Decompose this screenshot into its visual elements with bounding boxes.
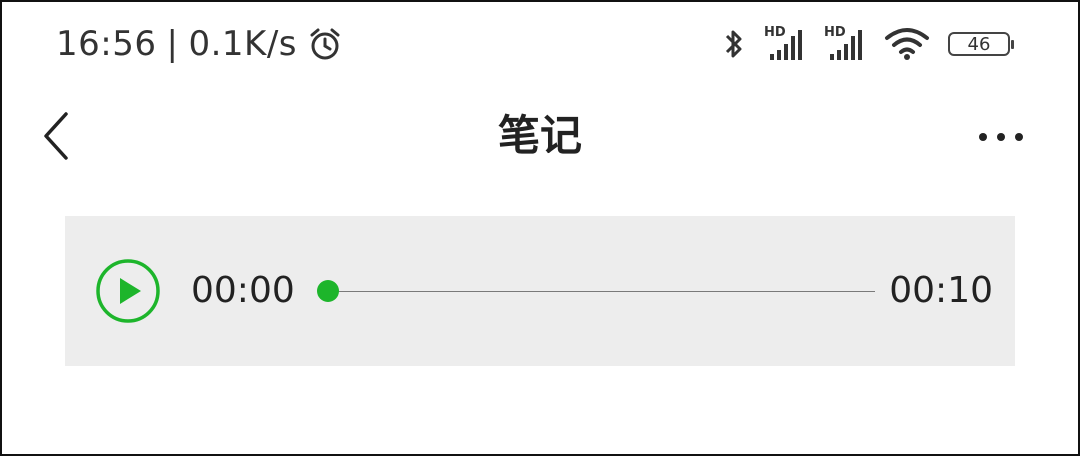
progress-knob[interactable] xyxy=(317,280,339,302)
audio-player: 00:00 00:10 xyxy=(65,216,1015,366)
app-header: 笔记 xyxy=(2,86,1078,186)
status-bar: 16:56 | 0.1K/s HD HD 46 xyxy=(2,2,1078,86)
status-left: 16:56 | 0.1K/s xyxy=(56,22,343,66)
battery-level: 46 xyxy=(967,33,991,55)
status-right: HD HD 46 xyxy=(722,22,1014,66)
play-button[interactable] xyxy=(95,258,161,324)
duration-time: 00:10 xyxy=(889,270,993,311)
current-time: 00:00 xyxy=(191,270,295,311)
progress-track[interactable] xyxy=(329,291,875,292)
hd-signal-icon: HD xyxy=(764,26,806,62)
more-dots-icon xyxy=(976,133,1026,156)
hd-signal-icon: HD xyxy=(824,26,866,62)
wifi-icon xyxy=(884,26,930,62)
page-title: 笔记 xyxy=(497,111,582,160)
screen: 16:56 | 0.1K/s HD HD 46 笔记 00:00 00:10 xyxy=(0,0,1080,456)
network-speed: 0.1K/s xyxy=(188,24,297,64)
more-options-button[interactable] xyxy=(976,122,1026,152)
play-icon xyxy=(95,259,161,328)
status-time: 16:56 xyxy=(56,24,157,64)
bluetooth-icon xyxy=(722,26,746,62)
alarm-icon xyxy=(307,26,343,62)
status-separator: | xyxy=(166,24,179,64)
battery-icon: 46 xyxy=(948,32,1014,56)
